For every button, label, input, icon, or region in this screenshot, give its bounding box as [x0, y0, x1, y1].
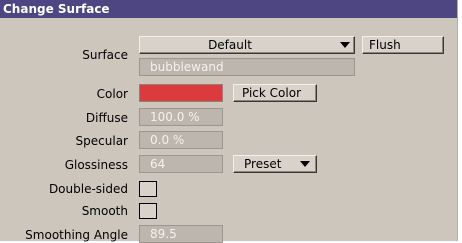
surface-dropdown-value: Default	[208, 38, 252, 52]
chevron-down-icon	[340, 42, 350, 48]
smooth-label: Smooth	[81, 204, 128, 218]
glossiness-label: Glossiness	[64, 158, 128, 172]
color-swatch[interactable]	[139, 84, 223, 102]
color-label: Color	[96, 87, 128, 101]
chevron-down-icon	[300, 161, 310, 167]
preset-dropdown[interactable]: Preset	[233, 155, 317, 173]
surface-label: Surface	[82, 48, 128, 62]
double-sided-label: Double-sided	[48, 182, 128, 196]
specular-field[interactable]: 0.0 %	[139, 131, 223, 149]
flush-button[interactable]: Flush	[362, 36, 444, 54]
panel-title: Change Surface	[0, 0, 457, 18]
surface-dropdown[interactable]: Default	[139, 36, 355, 54]
surface-name-field[interactable]: bubblewand	[139, 58, 355, 76]
change-surface-panel: Change Surface Surface Default Flush bub…	[0, 0, 458, 243]
smooth-checkbox[interactable]	[139, 203, 157, 219]
specular-label: Specular	[75, 134, 128, 148]
diffuse-label: Diffuse	[85, 111, 128, 125]
preset-dropdown-label: Preset	[244, 157, 282, 171]
diffuse-field[interactable]: 100.0 %	[139, 108, 223, 126]
double-sided-checkbox[interactable]	[139, 181, 157, 197]
pick-color-button[interactable]: Pick Color	[233, 84, 317, 102]
smoothing-angle-field[interactable]: 89.5	[139, 225, 223, 243]
glossiness-field[interactable]: 64	[139, 155, 223, 173]
